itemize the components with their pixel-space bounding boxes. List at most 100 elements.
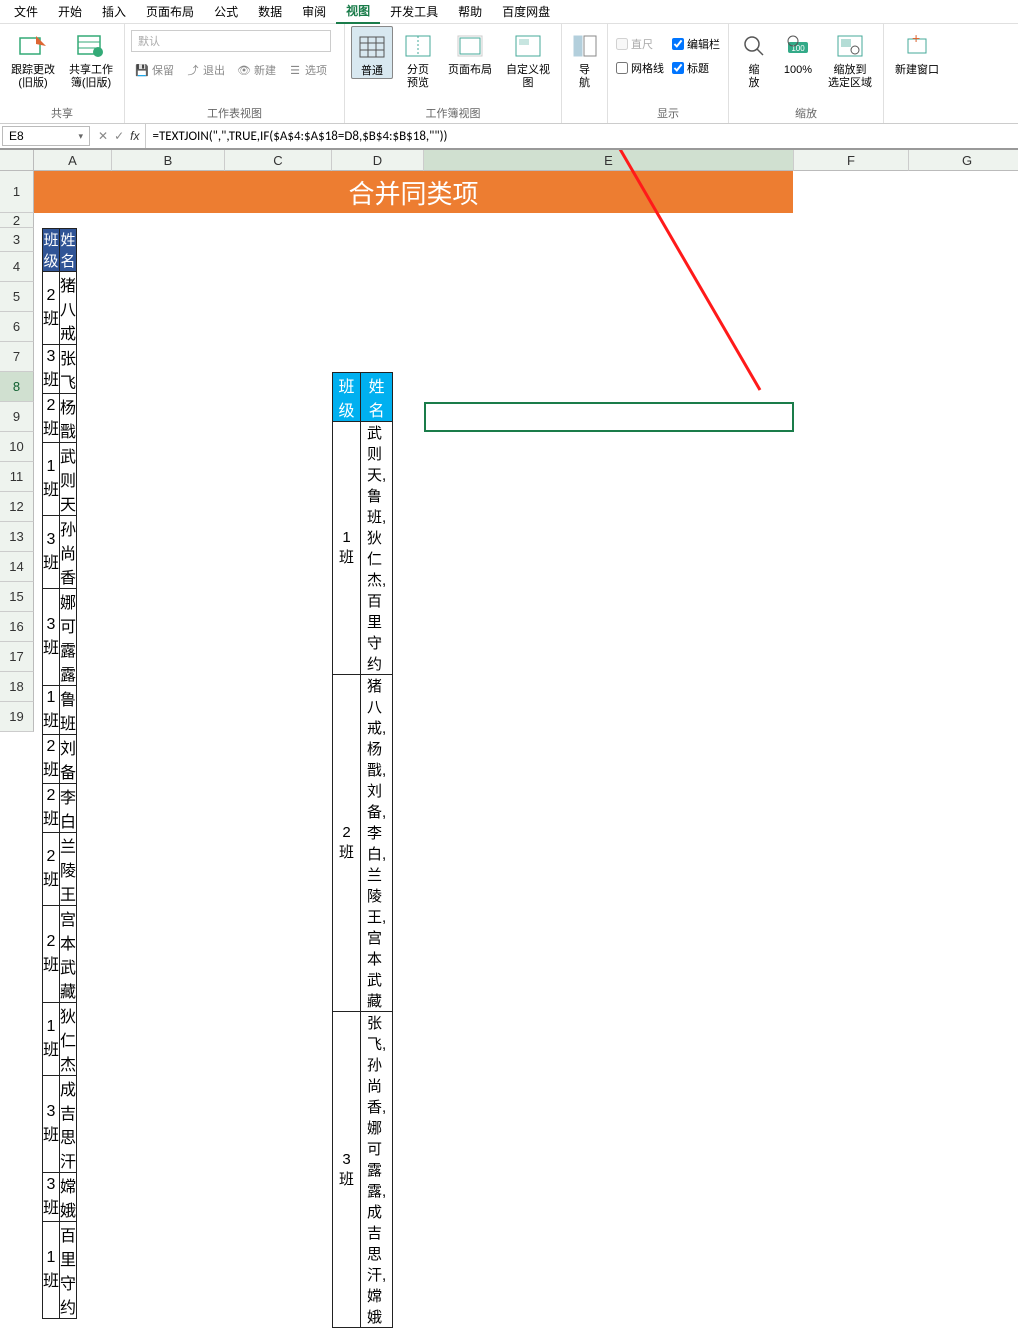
menu-formula[interactable]: 公式 (204, 0, 248, 23)
cell[interactable]: 1班 (43, 1222, 60, 1319)
row-8[interactable]: 8 (0, 372, 34, 402)
cell[interactable]: 1班 (333, 422, 361, 675)
cell[interactable]: 猪八戒 (60, 272, 77, 345)
cell[interactable]: 张飞,孙尚香,娜可露露,成吉思汗,嫦娥 (361, 1012, 393, 1328)
fx-icon[interactable]: fx (130, 129, 139, 143)
cell[interactable]: 3班 (333, 1012, 361, 1328)
options-button[interactable]: ☰选项 (284, 60, 331, 80)
cell[interactable]: 2班 (43, 272, 60, 345)
cell[interactable]: 2班 (43, 906, 60, 1003)
menu-insert[interactable]: 插入 (92, 0, 136, 23)
track-changes-button[interactable]: 跟踪更改 (旧版) (6, 26, 60, 90)
menu-file[interactable]: 文件 (4, 0, 48, 23)
title-cell[interactable]: 合并同类项 (34, 171, 793, 213)
row-17[interactable]: 17 (0, 642, 34, 672)
row-9[interactable]: 9 (0, 402, 34, 432)
right-th-name[interactable]: 姓名 (361, 373, 393, 422)
cell[interactable]: 百里守约 (60, 1222, 77, 1319)
menu-help[interactable]: 帮助 (448, 0, 492, 23)
new-button[interactable]: 👁新建 (233, 60, 280, 80)
cell[interactable]: 2班 (43, 833, 60, 906)
sheetview-select[interactable]: 默认 (131, 30, 331, 52)
cell[interactable]: 2班 (43, 784, 60, 833)
cell[interactable]: 武则天 (60, 443, 77, 516)
zoom-selection-button[interactable]: 缩放到 选定区域 (823, 26, 877, 90)
cell[interactable]: 武则天,鲁班,狄仁杰,百里守约 (361, 422, 393, 675)
row-11[interactable]: 11 (0, 462, 34, 492)
cell[interactable]: 刘备 (60, 735, 77, 784)
pagebreak-view-button[interactable]: 分页 预览 (397, 26, 439, 90)
cell[interactable]: 猪八戒,杨戬,刘备,李白,兰陵王,宫本武藏 (361, 675, 393, 1012)
menu-pagelayout[interactable]: 页面布局 (136, 0, 204, 23)
cell[interactable]: 成吉思汗 (60, 1076, 77, 1173)
ruler-checkbox[interactable]: 直尺 (614, 34, 666, 54)
menu-view[interactable]: 视图 (336, 0, 380, 24)
cell[interactable]: 1班 (43, 686, 60, 735)
cell[interactable]: 3班 (43, 516, 60, 589)
cell[interactable]: 3班 (43, 345, 60, 394)
accept-formula-icon[interactable]: ✓ (114, 129, 124, 143)
cell[interactable]: 李白 (60, 784, 77, 833)
name-box[interactable]: E8 (2, 126, 90, 146)
row-12[interactable]: 12 (0, 492, 34, 522)
worksheet[interactable]: A B C D E F G 1 2 3 4 5 6 7 8 9 10 11 12… (0, 150, 1018, 786)
cancel-formula-icon[interactable]: ✕ (98, 129, 108, 143)
row-3[interactable]: 3 (0, 228, 34, 252)
exit-button[interactable]: ⤴退出 (182, 60, 229, 80)
cell[interactable]: 3班 (43, 1076, 60, 1173)
col-F[interactable]: F (794, 150, 909, 171)
select-all-corner[interactable] (0, 150, 34, 171)
left-th-class[interactable]: 班级 (43, 229, 60, 272)
cell[interactable]: 1班 (43, 443, 60, 516)
menu-devtools[interactable]: 开发工具 (380, 0, 448, 23)
cell[interactable]: 嫦娥 (60, 1173, 77, 1222)
gridlines-checkbox[interactable]: 网格线 (614, 58, 666, 78)
row-1[interactable]: 1 (0, 171, 34, 213)
col-C[interactable]: C (225, 150, 332, 171)
pagelayout-view-button[interactable]: 页面布局 (443, 26, 497, 77)
row-15[interactable]: 15 (0, 582, 34, 612)
cell[interactable]: 3班 (43, 589, 60, 686)
row-5[interactable]: 5 (0, 282, 34, 312)
zoom-button[interactable]: 缩 放 (735, 26, 773, 90)
row-13[interactable]: 13 (0, 522, 34, 552)
row-18[interactable]: 18 (0, 672, 34, 702)
col-G[interactable]: G (909, 150, 1018, 171)
cell[interactable]: 宫本武藏 (60, 906, 77, 1003)
cell[interactable]: 2班 (43, 394, 60, 443)
menu-data[interactable]: 数据 (248, 0, 292, 23)
menu-baidu[interactable]: 百度网盘 (492, 0, 560, 23)
menu-review[interactable]: 审阅 (292, 0, 336, 23)
cell[interactable]: 2班 (43, 735, 60, 784)
keep-button[interactable]: 💾保留 (131, 60, 178, 80)
row-4[interactable]: 4 (0, 252, 34, 282)
new-window-button[interactable]: + 新建窗口 (890, 26, 944, 77)
menu-home[interactable]: 开始 (48, 0, 92, 23)
cell[interactable]: 3班 (43, 1173, 60, 1222)
nav-button[interactable]: 导 航 (567, 26, 603, 90)
row-10[interactable]: 10 (0, 432, 34, 462)
right-th-class[interactable]: 班级 (333, 373, 361, 422)
col-E[interactable]: E (424, 150, 794, 171)
cell[interactable]: 娜可露露 (60, 589, 77, 686)
share-workbook-button[interactable]: 共享工作 簿(旧版) (64, 26, 118, 90)
normal-view-button[interactable]: 普通 (351, 26, 393, 79)
left-th-name[interactable]: 姓名 (60, 229, 77, 272)
cell[interactable]: 狄仁杰 (60, 1003, 77, 1076)
row-2[interactable]: 2 (0, 213, 34, 228)
formula-input[interactable] (146, 124, 1018, 148)
cell[interactable]: 兰陵王 (60, 833, 77, 906)
cell[interactable]: 张飞 (60, 345, 77, 394)
cell[interactable]: 鲁班 (60, 686, 77, 735)
editbar-checkbox[interactable]: 编辑栏 (670, 34, 722, 54)
zoom-100-button[interactable]: 100 100% (777, 26, 819, 77)
cell[interactable]: 1班 (43, 1003, 60, 1076)
row-7[interactable]: 7 (0, 342, 34, 372)
cell[interactable]: 孙尚香 (60, 516, 77, 589)
col-B[interactable]: B (112, 150, 225, 171)
cell[interactable]: 2班 (333, 675, 361, 1012)
col-D[interactable]: D (332, 150, 424, 171)
cell[interactable]: 杨戬 (60, 394, 77, 443)
row-16[interactable]: 16 (0, 612, 34, 642)
headings-checkbox[interactable]: 标题 (670, 58, 722, 78)
